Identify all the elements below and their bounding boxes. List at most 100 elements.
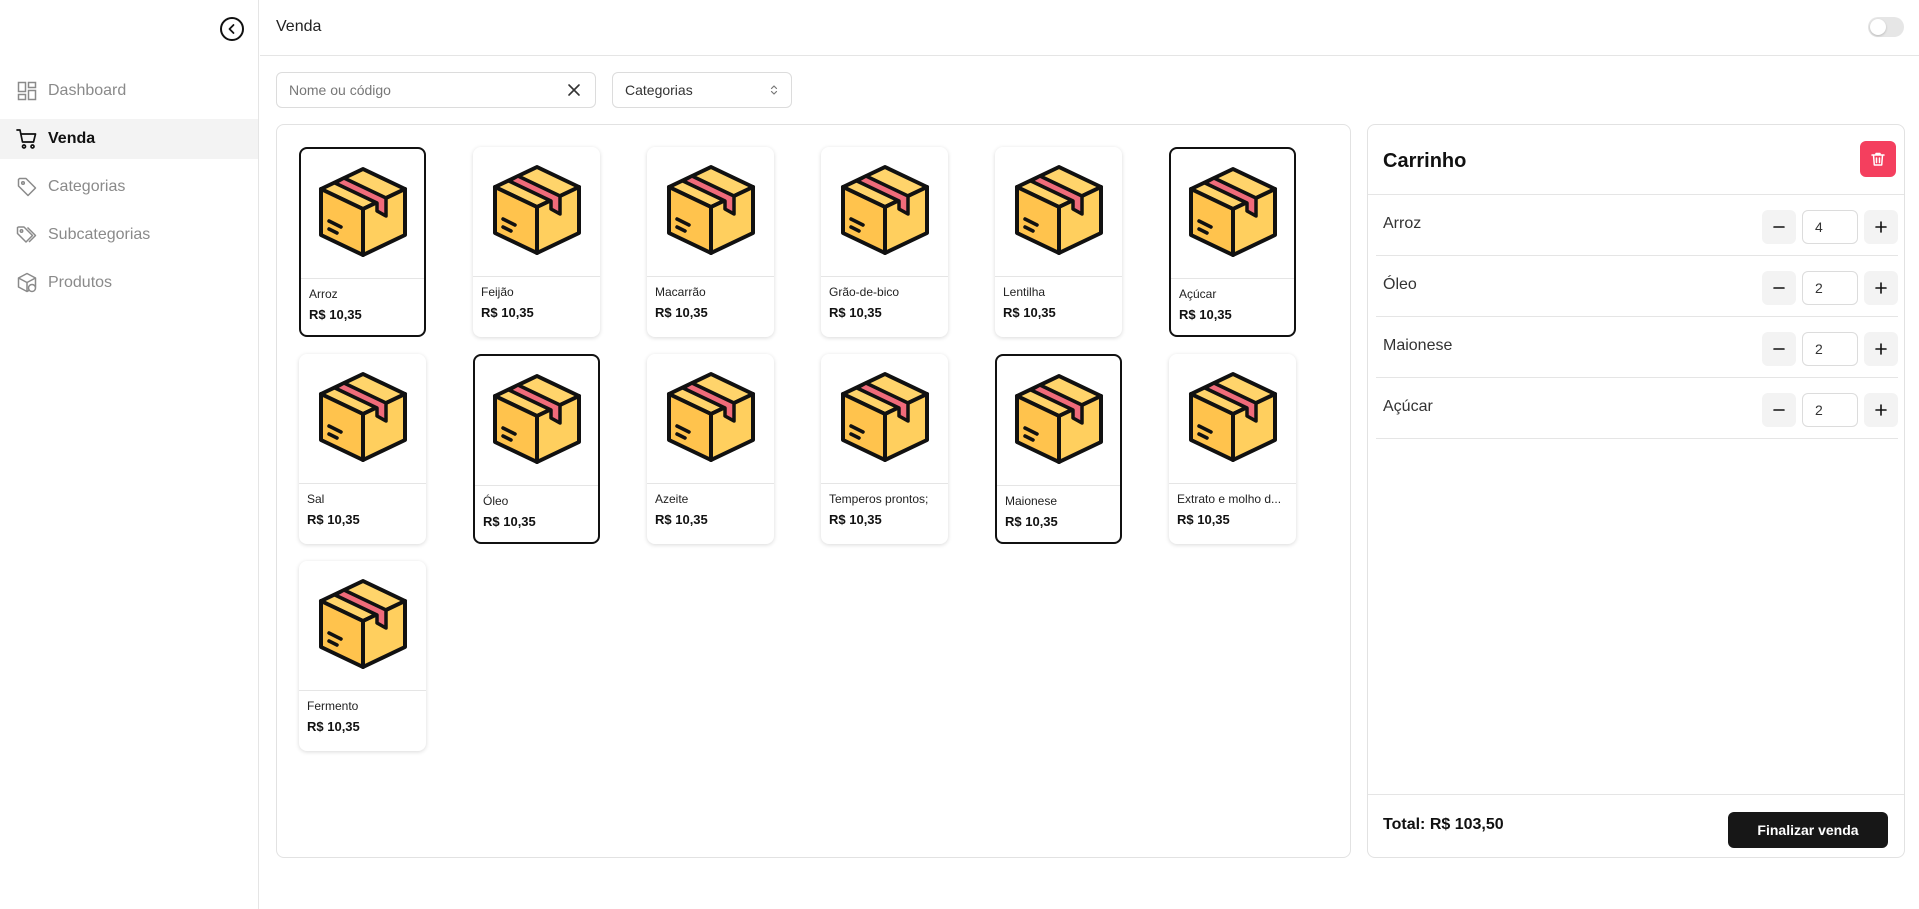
cart-total: Total: R$ 103,50 [1383, 816, 1504, 834]
product-image [647, 354, 774, 484]
finish-sale-button[interactable]: Finalizar venda [1728, 812, 1888, 848]
theme-toggle[interactable] [1868, 17, 1904, 37]
increment-button[interactable] [1864, 332, 1898, 366]
decrement-button[interactable] [1762, 393, 1796, 427]
box-icon [1007, 366, 1111, 475]
sidebar-item-label: Subcategorias [48, 226, 151, 243]
product-image [647, 147, 774, 277]
product-card[interactable]: Macarrão R$ 10,35 [647, 147, 774, 337]
quantity-stepper [1762, 271, 1898, 305]
product-card[interactable]: Extrato e molho d... R$ 10,35 [1169, 354, 1296, 544]
product-card[interactable]: Sal R$ 10,35 [299, 354, 426, 544]
divider [1368, 794, 1904, 795]
product-price: R$ 10,35 [655, 512, 708, 527]
minus-icon [1773, 226, 1785, 228]
cart-title: Carrinho [1383, 150, 1467, 172]
category-select[interactable]: Categorias [612, 72, 792, 108]
tag-icon [16, 176, 38, 198]
product-name: Fermento [307, 699, 359, 713]
increment-button[interactable] [1864, 210, 1898, 244]
product-name: Arroz [309, 287, 338, 301]
product-price: R$ 10,35 [655, 305, 708, 320]
cart-item-name: Óleo [1383, 276, 1417, 293]
sidebar-item-venda[interactable]: Venda [0, 119, 258, 159]
cart-item-name: Maionese [1383, 337, 1453, 354]
minus-icon [1773, 287, 1785, 289]
search-input[interactable] [289, 82, 565, 98]
trash-icon [1871, 152, 1885, 166]
product-card[interactable]: Óleo R$ 10,35 [473, 354, 600, 544]
product-card[interactable]: Lentilha R$ 10,35 [995, 147, 1122, 337]
product-card[interactable]: Azeite R$ 10,35 [647, 354, 774, 544]
product-card[interactable]: Feijão R$ 10,35 [473, 147, 600, 337]
sidebar-item-dashboard[interactable]: Dashboard [0, 71, 258, 111]
product-card[interactable]: Arroz R$ 10,35 [299, 147, 426, 337]
plus-icon [1875, 404, 1887, 416]
product-name: Lentilha [1003, 285, 1046, 299]
product-price: R$ 10,35 [307, 719, 360, 734]
quantity-input[interactable] [1802, 210, 1858, 244]
product-image [475, 356, 598, 486]
product-price: R$ 10,35 [1177, 512, 1230, 527]
quantity-input[interactable] [1802, 393, 1858, 427]
quantity-stepper [1762, 210, 1898, 244]
category-select-value: Categorias [625, 82, 693, 98]
cart-item: Maionese [1376, 317, 1898, 378]
plus-icon [1875, 343, 1887, 355]
product-card[interactable]: Fermento R$ 10,35 [299, 561, 426, 751]
decrement-button[interactable] [1762, 271, 1796, 305]
decrement-button[interactable] [1762, 210, 1796, 244]
product-card[interactable]: Grão-de-bico R$ 10,35 [821, 147, 948, 337]
sidebar-item-label: Venda [48, 130, 96, 147]
decrement-button[interactable] [1762, 332, 1796, 366]
product-image [821, 354, 948, 484]
total-label: Total: [1383, 816, 1426, 833]
sidebar-item-produtos[interactable]: Produtos [0, 263, 258, 303]
collapse-sidebar-button[interactable] [220, 17, 244, 41]
product-name: Maionese [1005, 494, 1058, 508]
product-image [473, 147, 600, 277]
product-name: Açúcar [1179, 287, 1217, 301]
box-icon [659, 364, 763, 473]
sidebar-item-subcategorias[interactable]: Subcategorias [0, 215, 258, 255]
product-grid: Arroz R$ 10,35 Feijão R$ 10,35 Macarrão … [299, 147, 1296, 751]
quantity-input[interactable] [1802, 271, 1858, 305]
clear-icon[interactable] [565, 81, 583, 99]
minus-icon [1773, 409, 1785, 411]
cart-item: Óleo [1376, 256, 1898, 317]
total-value: R$ 103,50 [1429, 816, 1504, 833]
product-name: Temperos prontos; [829, 492, 929, 506]
product-name: Sal [307, 492, 325, 506]
box-icon [833, 157, 937, 266]
product-image [301, 149, 424, 279]
cart-item: Arroz [1376, 195, 1898, 256]
product-price: R$ 10,35 [829, 512, 882, 527]
quantity-stepper [1762, 393, 1898, 427]
sidebar-item-categorias[interactable]: Categorias [0, 167, 258, 207]
product-image [995, 147, 1122, 277]
box-icon [485, 366, 589, 475]
cart-item-name: Arroz [1383, 215, 1422, 232]
increment-button[interactable] [1864, 393, 1898, 427]
box-icon [1007, 157, 1111, 266]
product-price: R$ 10,35 [1179, 307, 1232, 322]
product-image [299, 354, 426, 484]
toggle-knob [1870, 19, 1886, 35]
box-icon [1181, 159, 1285, 268]
product-price: R$ 10,35 [1005, 514, 1058, 529]
minus-icon [1773, 348, 1785, 350]
product-name: Feijão [481, 285, 514, 299]
box-icon [1181, 364, 1285, 473]
search-field [276, 72, 596, 108]
clear-cart-button[interactable] [1860, 141, 1896, 177]
product-price: R$ 10,35 [1003, 305, 1056, 320]
cart-panel: Carrinho Arroz Óleo Maionese Açúcar [1367, 124, 1905, 858]
box-icon [659, 157, 763, 266]
product-image [997, 356, 1120, 486]
product-card[interactable]: Temperos prontos; R$ 10,35 [821, 354, 948, 544]
product-card[interactable]: Maionese R$ 10,35 [995, 354, 1122, 544]
increment-button[interactable] [1864, 271, 1898, 305]
quantity-input[interactable] [1802, 332, 1858, 366]
product-price: R$ 10,35 [481, 305, 534, 320]
product-card[interactable]: Açúcar R$ 10,35 [1169, 147, 1296, 337]
